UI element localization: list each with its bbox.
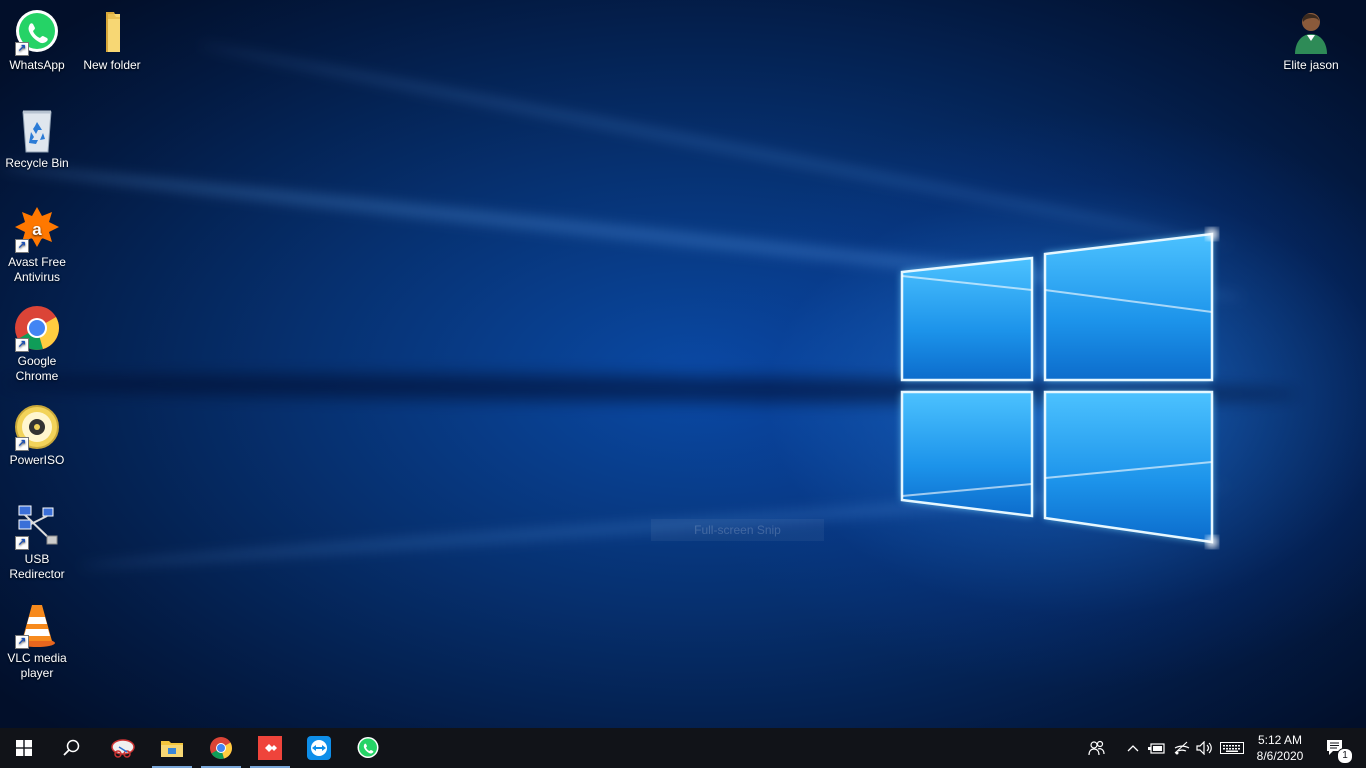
desktop-icon-label: PowerISO (9, 453, 65, 467)
taskbar-teamviewer[interactable] (295, 728, 343, 768)
keyboard-icon (1220, 742, 1244, 754)
taskbar: 5:12 AM 8/6/2020 1 (0, 728, 1366, 768)
desktop-icon-label: Avast Free Antivirus (8, 255, 66, 284)
taskbar-file-explorer[interactable] (148, 728, 196, 768)
action-center-button[interactable]: 1 (1318, 728, 1354, 768)
desktop-icon-new-folder[interactable]: New folder (76, 8, 148, 73)
desktop-icon-user-folder[interactable]: Elite jason (1275, 8, 1347, 73)
anydesk-icon (258, 736, 282, 760)
search-button[interactable] (48, 728, 96, 768)
shortcut-arrow-icon: ↗ (15, 338, 29, 352)
chrome-icon (210, 737, 232, 759)
people-button[interactable] (1082, 728, 1112, 768)
shortcut-arrow-icon: ↗ (15, 536, 29, 550)
full-screen-snip-hint: Full-screen Snip (651, 519, 824, 541)
network-status[interactable] (1171, 728, 1193, 768)
file-explorer-icon (161, 741, 183, 757)
teamviewer-icon (307, 736, 331, 760)
desktop-icon-usb-redirector[interactable]: ↗ USB Redirector (1, 502, 73, 582)
people-icon (1088, 740, 1105, 756)
shortcut-arrow-icon: ↗ (15, 42, 29, 56)
recycle-bin-icon (22, 110, 52, 153)
desktop-icon-whatsapp[interactable]: ↗ WhatsApp (1, 8, 73, 73)
desktop-icon-vlc[interactable]: ↗ VLC media player (1, 601, 73, 681)
volume-button[interactable] (1194, 728, 1216, 768)
desktop-icon-label: VLC media player (7, 651, 67, 680)
folder-icon (106, 12, 120, 52)
shortcut-arrow-icon: ↗ (15, 239, 29, 253)
desktop-icon-label: Google Chrome (15, 354, 59, 383)
battery-status[interactable] (1146, 728, 1168, 768)
desktop-icon-recycle-bin[interactable]: Recycle Bin (1, 106, 73, 171)
show-hidden-icons-button[interactable] (1122, 728, 1144, 768)
touch-keyboard-button[interactable] (1218, 728, 1246, 768)
desktop-icon-label: USB Redirector (9, 552, 65, 581)
system-clock[interactable]: 5:12 AM 8/6/2020 (1250, 732, 1310, 764)
whatsapp-icon (357, 737, 379, 758)
shortcut-arrow-icon: ↗ (15, 437, 29, 451)
taskbar-chrome[interactable] (197, 728, 245, 768)
windows-start-icon (16, 740, 32, 756)
shortcut-arrow-icon: ↗ (15, 635, 29, 649)
user-folder-icon (1295, 13, 1327, 54)
desktop-icon-label: WhatsApp (9, 58, 65, 72)
desktop-icon-label: Elite jason (1283, 58, 1339, 72)
desktop-icon-label: New folder (83, 58, 141, 72)
start-button[interactable] (0, 728, 48, 768)
taskbar-snipping-tool[interactable] (99, 728, 147, 768)
snipping-tool-icon (111, 739, 135, 758)
clock-time: 5:12 AM (1257, 733, 1303, 747)
svg-text:a: a (32, 220, 42, 239)
desktop-wallpaper: Full-screen Snip (0, 0, 1366, 728)
clock-date: 8/6/2020 (1256, 749, 1304, 763)
windows-logo-graphic (900, 228, 1218, 548)
notification-count-badge: 1 (1337, 748, 1353, 764)
desktop-icon-poweriso[interactable]: ↗ PowerISO (1, 403, 73, 468)
desktop-icon-avast[interactable]: a ↗ Avast Free Antivirus (1, 205, 73, 285)
taskbar-anydesk[interactable] (246, 728, 294, 768)
search-icon (63, 739, 80, 756)
speaker-icon (1196, 741, 1212, 755)
desktop-icon-google-chrome[interactable]: ↗ Google Chrome (1, 304, 73, 384)
chevron-up-icon (1127, 745, 1139, 752)
taskbar-whatsapp[interactable] (344, 728, 392, 768)
wifi-icon (1174, 741, 1190, 755)
battery-plug-icon (1148, 743, 1165, 754)
desktop-icon-label: Recycle Bin (5, 156, 69, 170)
